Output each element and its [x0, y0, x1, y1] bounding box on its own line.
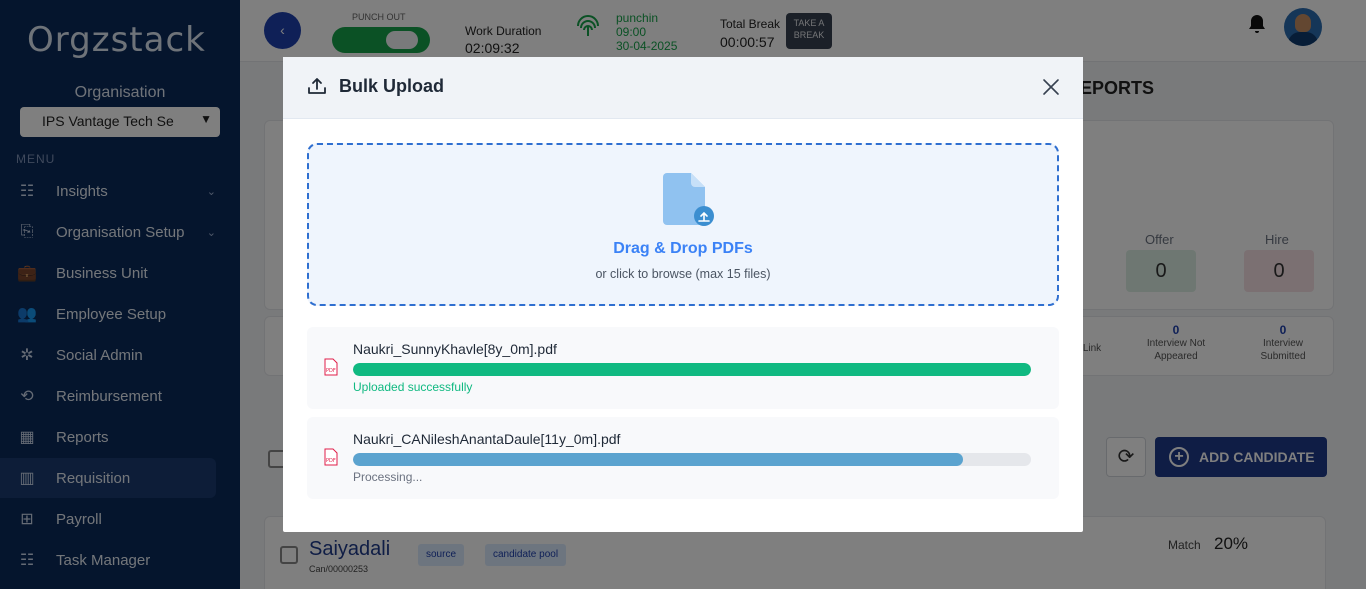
file-upload-icon	[663, 171, 715, 227]
pdf-file-icon: PDF	[323, 358, 339, 376]
progress-bar	[353, 453, 1031, 466]
file-status: Uploaded successfully	[353, 380, 473, 394]
progress-fill	[353, 363, 1031, 376]
progress-fill	[353, 453, 964, 466]
upload-file-item: PDF Naukri_CANileshAnantaDaule[11y_0m].pd…	[307, 417, 1059, 499]
file-status: Processing...	[353, 470, 423, 484]
dropzone-subtitle: or click to browse (max 15 files)	[595, 267, 771, 281]
file-name: Naukri_CANileshAnantaDaule[11y_0m].pdf	[353, 431, 621, 447]
close-icon[interactable]	[1041, 77, 1061, 97]
bulk-upload-modal: Bulk Upload Drag & Drop PDFs or click to…	[283, 57, 1083, 532]
modal-header: Bulk Upload	[283, 57, 1083, 119]
file-name: Naukri_SunnyKhavle[8y_0m].pdf	[353, 341, 557, 357]
pdf-file-icon: PDF	[323, 448, 339, 466]
upload-icon	[307, 76, 327, 96]
svg-text:PDF: PDF	[326, 458, 336, 464]
svg-text:PDF: PDF	[326, 368, 336, 374]
upload-file-item: PDF Naukri_SunnyKhavle[8y_0m].pdf Uploaded…	[307, 327, 1059, 409]
modal-title: Bulk Upload	[339, 76, 445, 96]
progress-bar	[353, 363, 1031, 376]
pdf-dropzone[interactable]: Drag & Drop PDFs or click to browse (max…	[307, 143, 1059, 306]
dropzone-title: Drag & Drop PDFs	[613, 240, 753, 257]
